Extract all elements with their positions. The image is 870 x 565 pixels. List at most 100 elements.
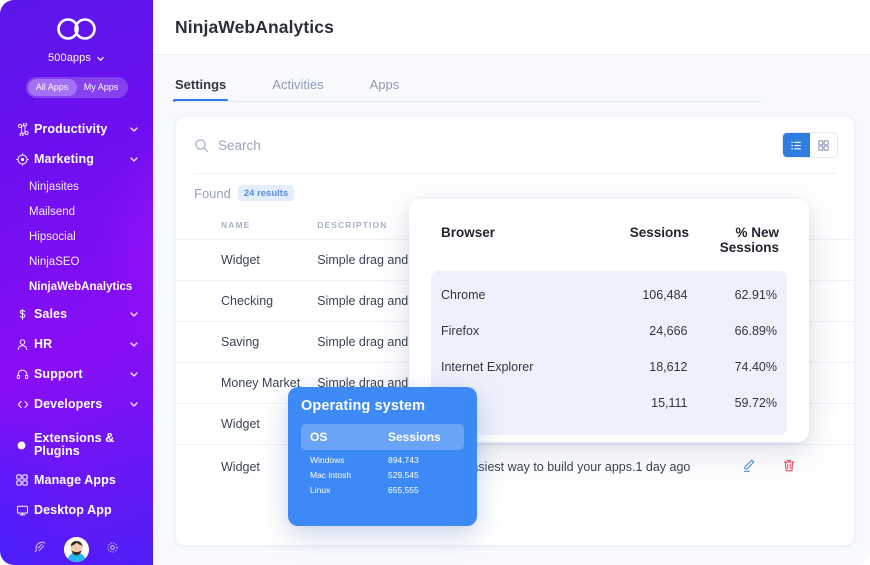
- cell-name: Widget: [176, 239, 318, 281]
- os-card-header: OS Sessions: [301, 424, 464, 450]
- command-icon: [16, 122, 34, 136]
- sidebar-item-manage-apps[interactable]: Manage Apps: [0, 465, 153, 495]
- browser-row: Internet Explorer 18,612 74.40%: [441, 349, 777, 385]
- browser-new-sessions: 62.91%: [734, 288, 777, 302]
- tab-activities[interactable]: Activities: [272, 77, 323, 102]
- list-icon: [791, 140, 801, 150]
- sidebar-item-mailsend[interactable]: Mailsend: [0, 199, 153, 224]
- os-row: Mac intosh 529,545: [301, 465, 464, 480]
- sidebar-item-desktop-app[interactable]: Desktop App: [0, 495, 153, 525]
- sidebar-item-marketing[interactable]: Marketing: [0, 144, 153, 174]
- sidebar-nav: Productivity Marketing Ninjasites Mailse…: [0, 114, 153, 525]
- tab-apps[interactable]: Apps: [370, 77, 400, 102]
- os-sessions-column-header: Sessions: [388, 430, 441, 444]
- sidebar-bottom-icons: [0, 537, 153, 562]
- topbar: NinjaWebAnalytics: [153, 0, 870, 55]
- table-row[interactable]: Widget Simple drag and drop, the easiest…: [176, 445, 854, 490]
- search-input[interactable]: [218, 137, 518, 153]
- browser-name: Internet Explorer: [441, 360, 534, 374]
- sidebar-item-label: Extensions & Plugins: [34, 431, 115, 458]
- app-window: 500apps All Apps My Apps Productivity Ma…: [0, 0, 870, 565]
- tab-bar-divider: [175, 101, 762, 102]
- segment-all-apps[interactable]: All Apps: [27, 79, 77, 96]
- grid-view-button[interactable]: [810, 133, 837, 157]
- edit-icon[interactable]: [742, 458, 756, 473]
- delete-icon[interactable]: [782, 458, 796, 473]
- sidebar-item-hr[interactable]: HR: [0, 329, 153, 359]
- browser-row: Chrome 106,484 62.91%: [441, 277, 777, 313]
- results-count-badge: 24 results: [237, 185, 295, 201]
- chevron-down-icon: [130, 402, 138, 407]
- sidebar-item-hipsocial[interactable]: Hipsocial: [0, 224, 153, 249]
- sidebar-item-ninjaseo[interactable]: NinjaSEO: [0, 249, 153, 274]
- gear-icon[interactable]: [106, 541, 119, 559]
- new-sessions-column-header: % New Sessions: [719, 225, 779, 255]
- sidebar-item-ninjawebanalytics[interactable]: NinjaWebAnalytics: [0, 274, 153, 299]
- chevron-down-icon: [130, 372, 138, 377]
- browser-card-body: Chrome 106,484 62.91% Firefox 24,666 66.…: [431, 271, 787, 435]
- apps-filter-segmented: All Apps My Apps: [25, 77, 128, 98]
- operating-system-card: Operating system OS Sessions Windows 894…: [288, 387, 477, 526]
- os-row: Windows 894,743: [301, 450, 464, 465]
- list-view-button[interactable]: [783, 133, 810, 157]
- browser-sessions: 24,666: [649, 324, 688, 338]
- browser-row: Firefox 24,666 66.89%: [441, 313, 777, 349]
- sidebar-item-label: Support: [34, 367, 83, 381]
- grid-icon: [16, 474, 34, 486]
- brand-logo[interactable]: [0, 0, 153, 46]
- browser-new-sessions: 59.72%: [734, 396, 777, 410]
- segment-my-apps[interactable]: My Apps: [77, 79, 126, 96]
- browser-sessions: 18,612: [649, 360, 688, 374]
- feather-icon[interactable]: [34, 541, 47, 559]
- column-header-name: NAME: [176, 211, 318, 240]
- sidebar-item-label: Developers: [34, 397, 103, 411]
- os-sessions: 655,555: [388, 485, 419, 495]
- brand-switcher[interactable]: 500apps: [0, 52, 153, 64]
- os-name: Mac intosh: [310, 470, 352, 480]
- target-icon: [16, 152, 34, 166]
- browser-card-header: Browser Sessions % New Sessions: [431, 199, 787, 271]
- os-card-title: Operating system: [301, 398, 426, 414]
- sidebar-item-label: Desktop App: [34, 503, 112, 517]
- os-column-header: OS: [310, 430, 328, 444]
- chevron-down-icon: [130, 312, 138, 317]
- browser-name: Firefox: [441, 324, 480, 338]
- sidebar-item-developers[interactable]: Developers: [0, 389, 153, 419]
- sidebar-item-label: Productivity: [34, 122, 108, 136]
- browser-name: Chrome: [441, 288, 486, 302]
- sidebar-item-support[interactable]: Support: [0, 359, 153, 389]
- dot-icon: [16, 440, 34, 451]
- sidebar-item-sales[interactable]: Sales: [0, 299, 153, 329]
- avatar[interactable]: [64, 537, 89, 562]
- sidebar-item-label: Marketing: [34, 152, 94, 166]
- sessions-column-header: Sessions: [629, 225, 689, 240]
- search-row: [176, 117, 854, 173]
- dollar-icon: [16, 308, 34, 321]
- headset-icon: [16, 368, 34, 381]
- tab-settings[interactable]: Settings: [172, 77, 229, 102]
- os-sessions: 529,545: [388, 470, 419, 480]
- sidebar-item-extensions-plugins[interactable]: Extensions & Plugins: [0, 425, 153, 465]
- os-row: Linux 655,555: [301, 480, 464, 495]
- sidebar-item-productivity[interactable]: Productivity: [0, 114, 153, 144]
- browser-sessions: 15,111: [651, 396, 688, 410]
- os-name: Linux: [310, 485, 331, 495]
- chevron-down-icon: [130, 342, 138, 347]
- browser-new-sessions: 66.89%: [734, 324, 777, 338]
- brand-name: 500apps: [48, 52, 91, 64]
- cell-name: Saving: [176, 321, 318, 363]
- page-title: NinjaWebAnalytics: [175, 16, 334, 37]
- results-summary: Found 24 results: [176, 174, 854, 201]
- sidebar: 500apps All Apps My Apps Productivity Ma…: [0, 0, 153, 565]
- sidebar-item-ninjasites[interactable]: Ninjasites: [0, 174, 153, 199]
- browser-row: 15,111 59.72%: [441, 385, 777, 421]
- search-field-wrap[interactable]: [194, 137, 782, 153]
- found-label: Found: [194, 185, 231, 201]
- browser-column-header: Browser: [441, 225, 496, 240]
- tab-bar: Settings Activities Apps: [153, 55, 870, 102]
- sidebar-item-label: Manage Apps: [34, 473, 116, 487]
- monitor-icon: [16, 504, 34, 517]
- chevron-down-icon: [130, 157, 138, 162]
- chevron-down-icon: [130, 127, 138, 132]
- cell-name: Checking: [176, 280, 318, 322]
